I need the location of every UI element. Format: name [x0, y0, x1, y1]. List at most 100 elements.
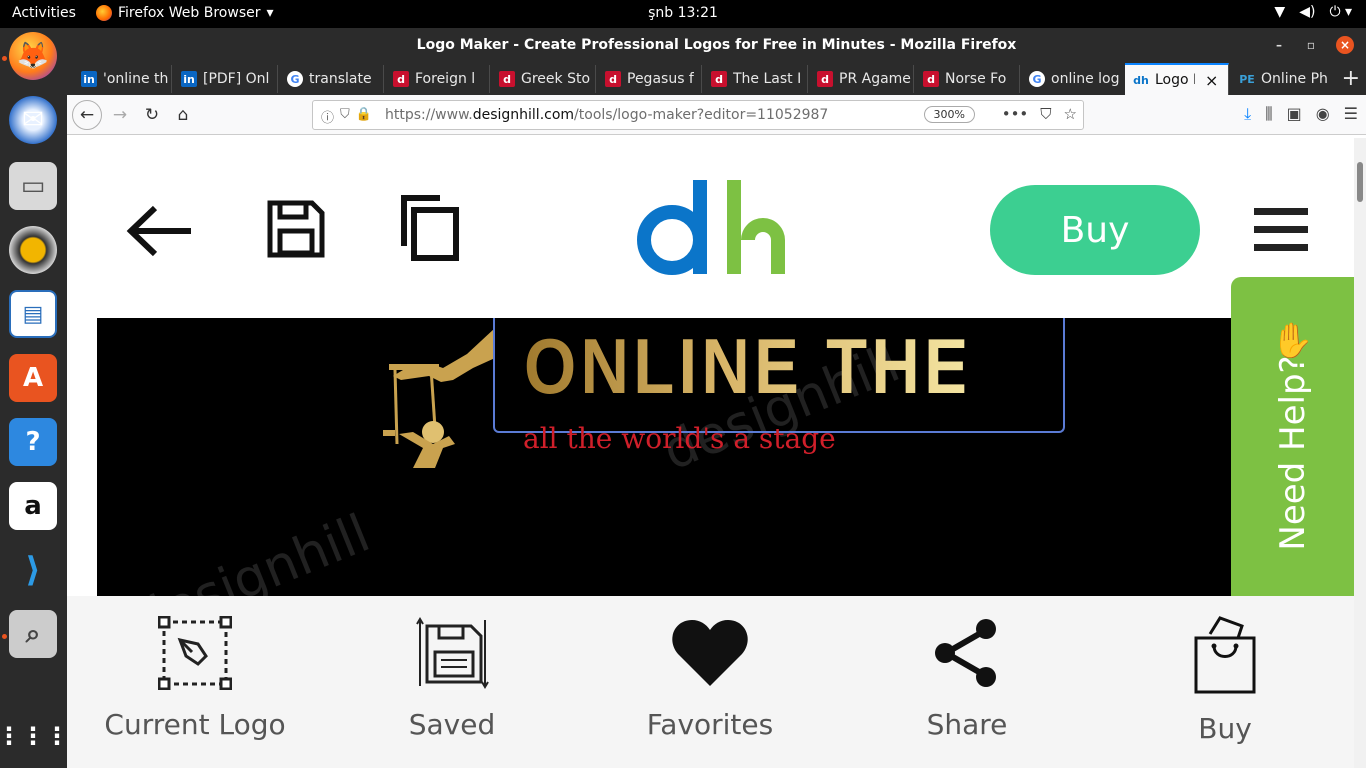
amazon-icon[interactable]: a — [9, 482, 57, 530]
software-center-icon[interactable]: A — [9, 354, 57, 402]
lock-icon[interactable]: 🔒 — [356, 107, 372, 126]
need-help-label: Need Help? — [1273, 355, 1313, 551]
writer-icon[interactable]: ▤ — [9, 290, 57, 338]
shopping-bag-icon — [1194, 616, 1256, 694]
vscode-icon[interactable]: ⟩ — [9, 546, 57, 594]
page-content: Buy designhill designhill ONLINE THEATRE… — [67, 138, 1366, 768]
current-logo-icon — [158, 616, 232, 690]
system-tray[interactable]: ▼ ◀) ⏻ ▾ — [1274, 4, 1352, 20]
tab[interactable]: d Norse Fo — [915, 65, 1020, 93]
zoom-indicator[interactable]: 300% — [923, 106, 975, 123]
firefox-icon[interactable]: 🦊 — [9, 32, 57, 80]
rhythmbox-icon[interactable] — [9, 226, 57, 274]
logo-canvas[interactable]: designhill designhill ONLINE THEATRE all… — [97, 318, 1231, 608]
back-arrow-icon[interactable] — [125, 196, 195, 266]
wifi-icon: ▼ — [1274, 4, 1286, 20]
account-icon[interactable]: ◉ — [1316, 104, 1330, 124]
save-icon[interactable] — [266, 199, 326, 259]
sidebar-icon[interactable]: ▣ — [1287, 104, 1302, 124]
site-header: Buy — [67, 138, 1354, 316]
buy-nav-button[interactable]: Buy — [1115, 616, 1335, 756]
tab[interactable]: d The Last I — [703, 65, 808, 93]
document-icon: d — [499, 71, 515, 87]
power-icon: ⏻ ▾ — [1329, 4, 1352, 20]
tab[interactable]: Gonline log — [1021, 65, 1126, 93]
help-icon[interactable]: ? — [9, 418, 57, 466]
close-window-button[interactable]: × — [1336, 36, 1354, 54]
gnome-top-bar: Activities Firefox Web Browser ▾ şnb 13:… — [0, 0, 1366, 28]
close-tab-icon[interactable]: × — [1205, 71, 1218, 90]
files-icon[interactable]: ▭ — [9, 162, 57, 210]
pocket-icon[interactable]: ⛉ — [1040, 105, 1051, 123]
tab-strip: in 'online th in [PDF] Onl Gtranslate d For… — [67, 63, 1366, 95]
tab[interactable]: d PR Agame — [809, 65, 914, 93]
tab-label: Online Ph — [1261, 71, 1328, 87]
tab[interactable]: d Foreign l — [385, 65, 490, 93]
window-title: Logo Maker - Create Professional Logos f… — [416, 37, 1017, 53]
tab-label: Norse Fo — [945, 71, 1007, 87]
scrollbar-thumb[interactable] — [1357, 162, 1363, 202]
library-icon[interactable]: ⫼ — [1265, 104, 1272, 124]
share-label: Share — [926, 708, 1008, 741]
reload-button[interactable]: ↻ — [139, 102, 165, 128]
puppeteer-emblem[interactable] — [383, 324, 495, 468]
maximize-button[interactable]: ▫ — [1302, 36, 1320, 54]
tab-label: 'online th — [103, 71, 169, 87]
logo-tagline[interactable]: all the world's a stage — [523, 422, 836, 455]
minimize-button[interactable]: – — [1270, 36, 1288, 54]
tab[interactable]: in [PDF] Onl — [173, 65, 278, 93]
info-icon[interactable]: ⓘ — [321, 107, 334, 126]
running-indicator — [2, 634, 7, 639]
tab[interactable]: Gtranslate — [279, 65, 384, 93]
logo-brand-name[interactable]: ONLINE THEATRE — [524, 324, 1164, 408]
image-viewer-icon[interactable]: ⌕ — [9, 610, 57, 658]
favorites-label: Favorites — [646, 708, 774, 741]
share-button[interactable]: Share — [857, 616, 1077, 756]
tab[interactable]: d Pegasus f — [597, 65, 702, 93]
url-text[interactable]: https://www.designhill.com/tools/logo-ma… — [385, 107, 828, 123]
menu-icon[interactable]: ☰ — [1344, 104, 1358, 124]
heart-icon — [672, 620, 748, 686]
forward-button[interactable]: → — [107, 102, 133, 128]
tab-label: Greek Sto — [521, 71, 591, 87]
current-logo-button[interactable]: Current Logo — [85, 616, 305, 756]
watermark: designhill — [124, 503, 378, 608]
title-bar: Logo Maker - Create Professional Logos f… — [67, 28, 1366, 63]
favorites-button[interactable]: Favorites — [600, 616, 820, 756]
home-button[interactable]: ⌂ — [170, 102, 196, 128]
url-bar[interactable]: ⓘ ⛉ 🔒 https://www.designhill.com/tools/l… — [312, 100, 1084, 130]
bookmark-star-icon[interactable]: ☆ — [1064, 105, 1077, 123]
tab-active[interactable]: dh Logo M × — [1125, 63, 1229, 95]
buy-button-label: Buy — [1060, 209, 1130, 251]
designhill-logo[interactable] — [635, 180, 789, 276]
bottom-toolbar: Current Logo Saved Favorites Share Buy — [67, 596, 1354, 768]
downloads-icon[interactable]: ⤓ — [1244, 104, 1251, 124]
back-button[interactable]: ← — [72, 100, 102, 130]
tab[interactable]: PE Online Ph — [1231, 65, 1331, 93]
google-icon: G — [287, 71, 303, 87]
shield-icon[interactable]: ⛉ — [340, 107, 350, 126]
activities-button[interactable]: Activities — [12, 5, 76, 21]
share-icon — [935, 619, 996, 687]
need-help-tab[interactable]: ✋ Need Help? — [1231, 277, 1354, 629]
tab-label: Foreign l — [415, 71, 476, 87]
vertical-scrollbar[interactable] — [1354, 138, 1366, 768]
page-actions-icon[interactable]: ••• — [1002, 105, 1029, 123]
tab-label: Pegasus f — [627, 71, 694, 87]
tab[interactable]: d Greek Sto — [491, 65, 596, 93]
tab-label: The Last I — [733, 71, 802, 87]
saved-button[interactable]: Saved — [342, 616, 562, 756]
hamburger-menu-icon[interactable] — [1254, 208, 1308, 252]
document-icon: d — [817, 71, 833, 87]
app-menu[interactable]: Firefox Web Browser ▾ — [96, 5, 274, 21]
copy-icon[interactable] — [400, 194, 462, 262]
saved-label: Saved — [408, 708, 496, 741]
tab[interactable]: in 'online th — [73, 65, 172, 93]
thunderbird-icon[interactable]: ✉ — [9, 96, 57, 144]
buy-button[interactable]: Buy — [990, 185, 1200, 275]
show-apps-icon[interactable]: ⋮⋮⋮ — [0, 712, 69, 760]
document-icon: d — [923, 71, 939, 87]
tab-label: online log — [1051, 71, 1120, 87]
buy-nav-label: Buy — [1198, 712, 1252, 745]
new-tab-button[interactable]: + — [1342, 66, 1360, 91]
